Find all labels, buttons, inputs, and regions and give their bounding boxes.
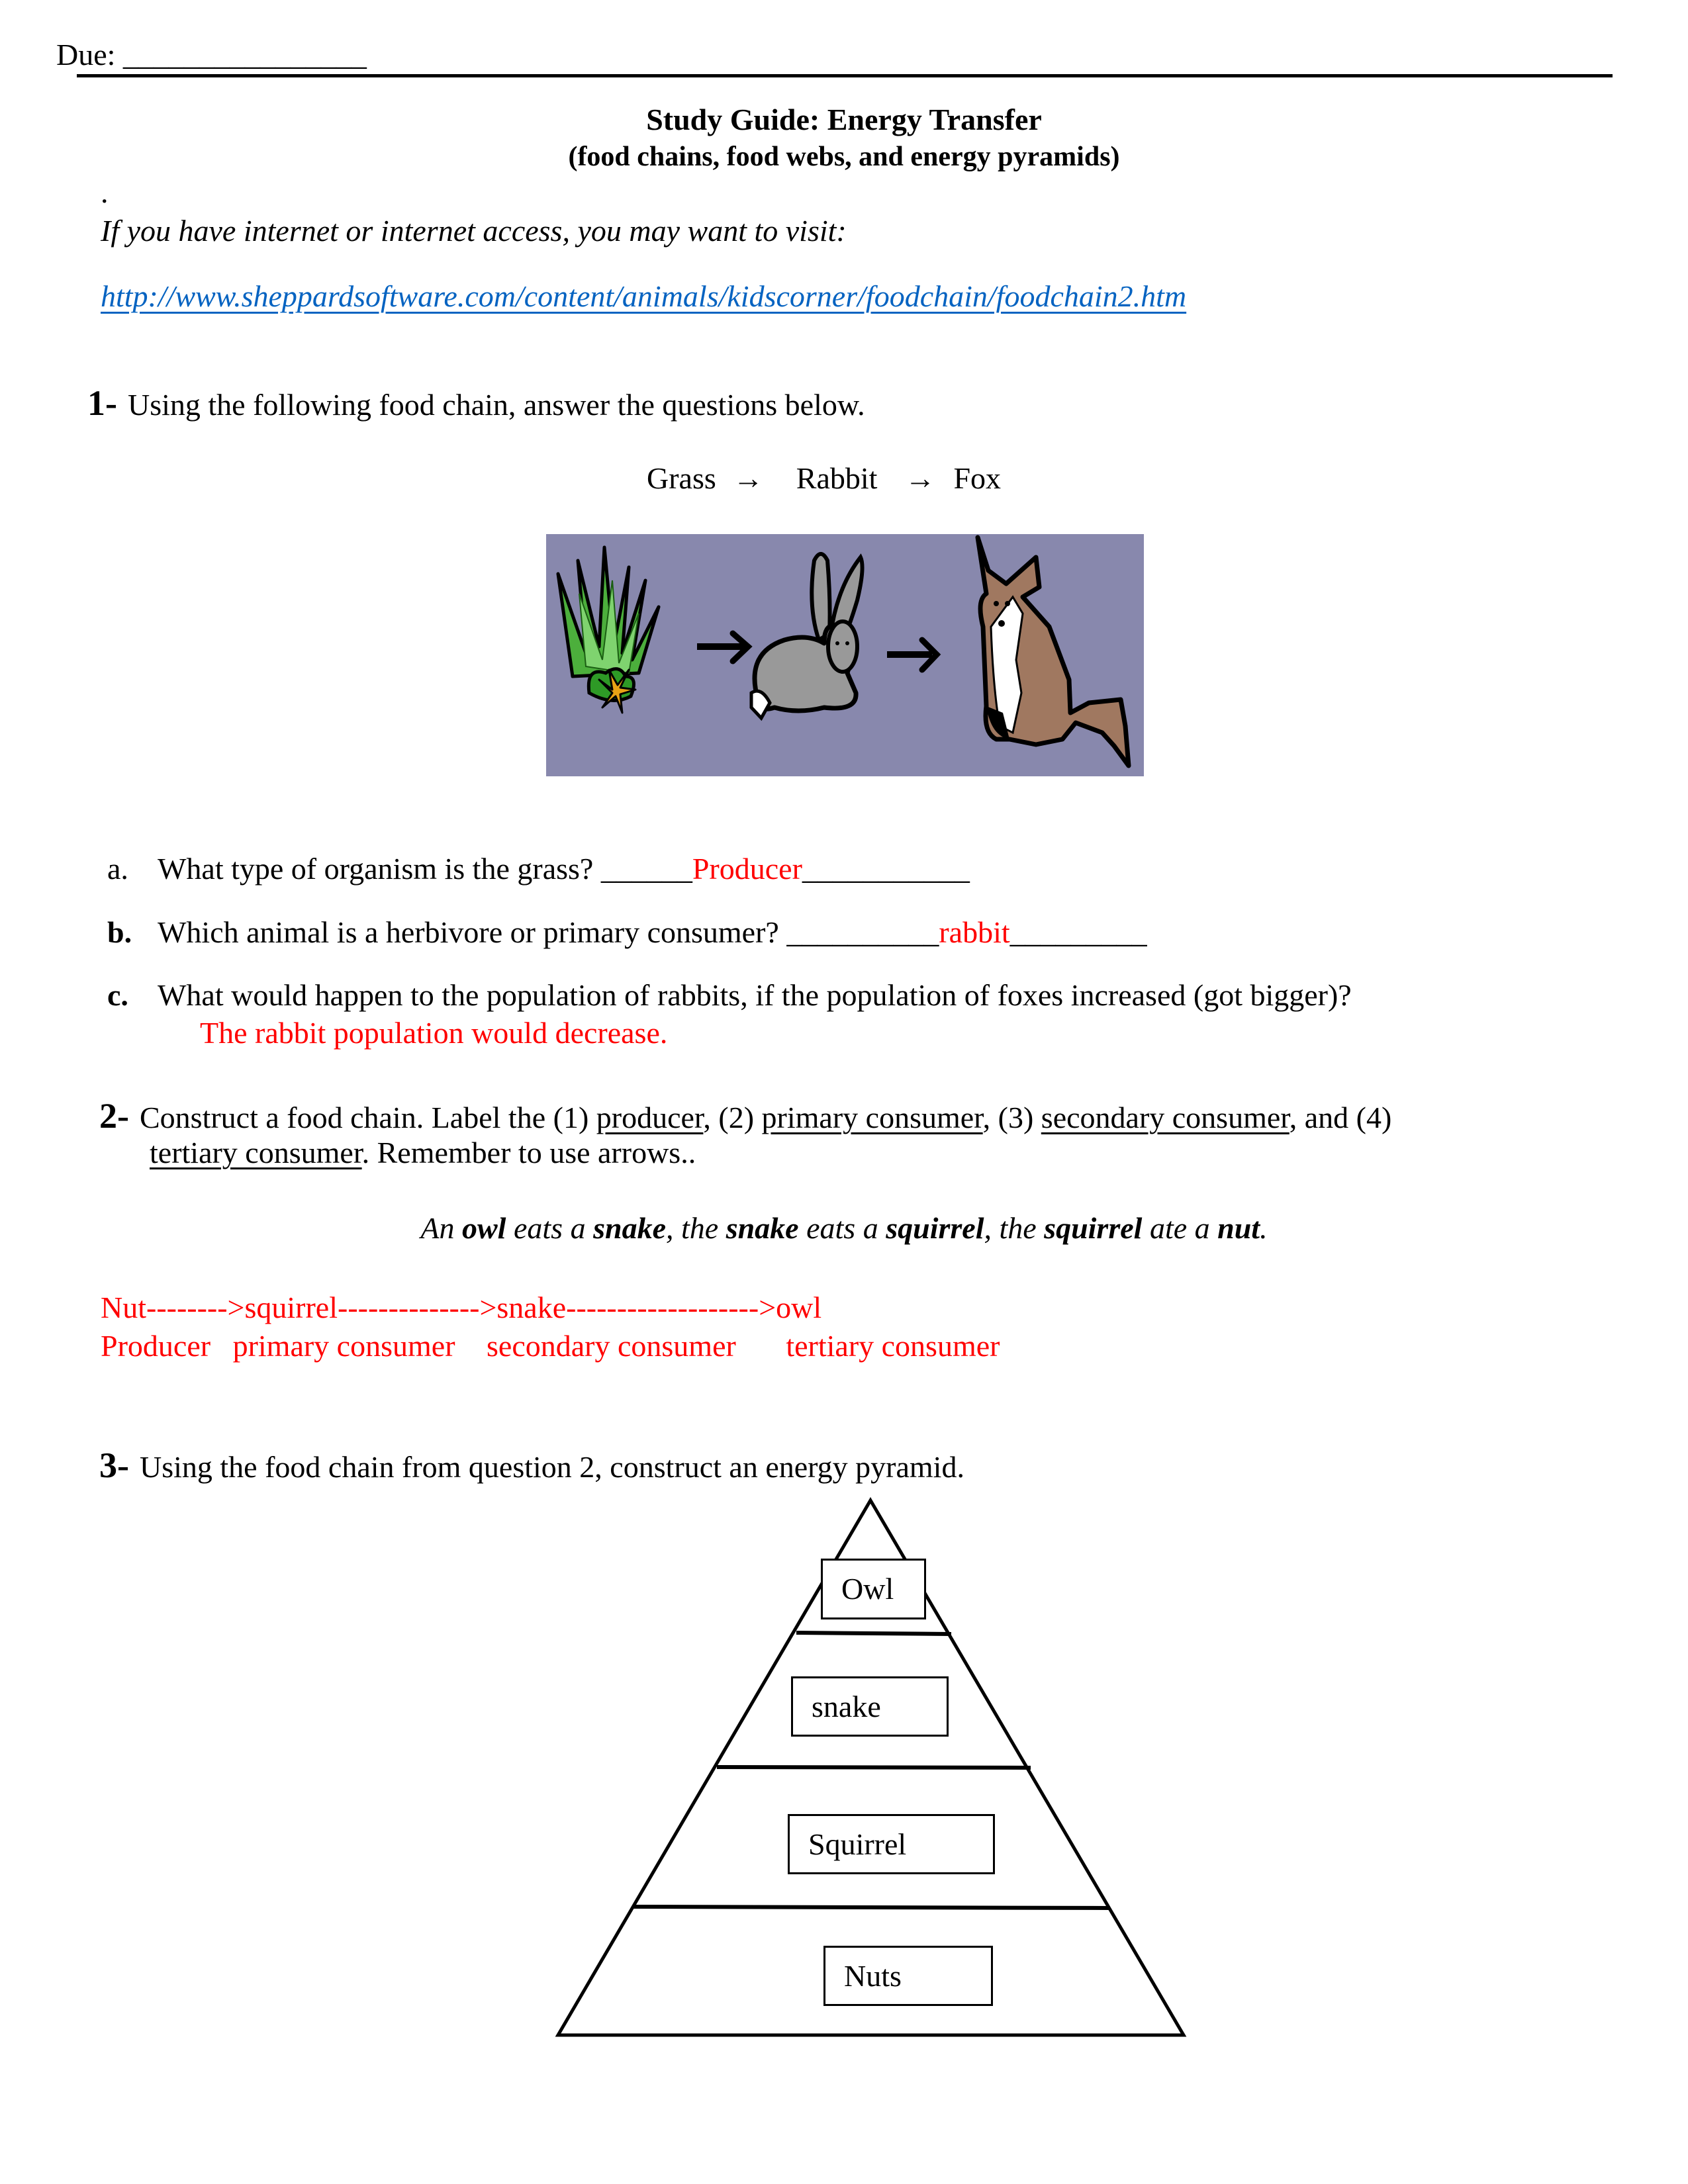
part-c-question: What would happen to the population of r… <box>158 978 1352 1012</box>
sentence-snake: snake <box>726 1211 799 1245</box>
chain-grass: Grass <box>647 461 716 495</box>
pyramid-level-owl[interactable]: Owl <box>821 1559 926 1619</box>
part-b-answer[interactable]: rabbit <box>939 915 1009 949</box>
pyramid-level-label: Squirrel <box>808 1827 907 1861</box>
chain-rabbit: Rabbit <box>796 461 878 495</box>
q1-heading: 1- Using the following food chain, answe… <box>87 383 865 424</box>
pyramid-level-label: snake <box>812 1689 881 1723</box>
q2-answer-chain[interactable]: Nut-------->squirrel-------------->snake… <box>101 1293 821 1323</box>
q1-prompt: Using the following food chain, answer t… <box>127 388 865 422</box>
fox-icon <box>975 535 1131 768</box>
part-c-answer[interactable]: The rabbit population would decrease. <box>200 1018 667 1048</box>
food-chain-image <box>546 534 1144 776</box>
chain-fox: Fox <box>953 461 1002 495</box>
due-label: Due: <box>56 38 116 71</box>
sentence-owl: owl <box>462 1211 506 1245</box>
pyramid-level-label: Owl <box>841 1572 894 1606</box>
q2-prompt-line1: Construct a food chain. Label the (1) pr… <box>140 1101 1391 1134</box>
term-secondary-consumer: secondary consumer <box>1041 1101 1289 1134</box>
food-chain-illustration <box>556 535 1131 768</box>
pyramid-level-snake[interactable]: snake <box>791 1676 949 1737</box>
pyramid-divider <box>796 1631 952 1636</box>
stray-dot: . <box>101 175 109 209</box>
sentence-text: . <box>1260 1211 1268 1245</box>
term-tertiary-consumer: tertiary consumer <box>150 1136 362 1169</box>
sentence-squirrel: squirrel <box>886 1211 984 1245</box>
food-chain-text: Grass → Rabbit → Fox <box>647 463 1001 494</box>
sentence-text: eats a <box>798 1211 886 1245</box>
part-a-blank-before[interactable]: ______ <box>601 852 692 886</box>
q1-part-b: b. Which animal is a herbivore or primary… <box>107 917 1147 948</box>
header-rule <box>77 74 1613 77</box>
term-producer: producer <box>596 1101 704 1134</box>
sentence-text: An <box>420 1211 462 1245</box>
right-arrow-icon <box>887 637 941 673</box>
q2-heading: 2- Construct a food chain. Label the (1)… <box>99 1095 1391 1136</box>
page-subtitle: (food chains, food webs, and energy pyra… <box>568 142 1120 172</box>
pyramid-level-squirrel[interactable]: Squirrel <box>788 1814 995 1874</box>
part-a-letter: a. <box>107 852 128 886</box>
q1-number: 1- <box>87 383 117 423</box>
part-b-letter: b. <box>107 915 132 949</box>
part-b-question: Which animal is a herbivore or primary c… <box>158 915 779 949</box>
label-producer: Producer <box>101 1329 211 1363</box>
q2-text: , (2) <box>703 1101 762 1134</box>
q2-text: , (3) <box>982 1101 1041 1134</box>
sentence-snake: snake <box>593 1211 666 1245</box>
q2-prompt-line2: tertiary consumer. Remember to use arrow… <box>150 1138 696 1168</box>
q2-number: 2- <box>99 1096 129 1136</box>
sentence-squirrel: squirrel <box>1044 1211 1143 1245</box>
visit-text: If you have internet or internet access,… <box>101 214 847 248</box>
part-b-blank-before[interactable]: __________ <box>786 915 939 949</box>
q2-text: . Remember to use arrows.. <box>361 1136 696 1169</box>
label-secondary-consumer: secondary consumer <box>487 1329 736 1363</box>
pyramid-level-label: Nuts <box>844 1958 902 1993</box>
part-b-blank-after[interactable]: _________ <box>1010 915 1147 949</box>
sentence-nut: nut <box>1217 1211 1260 1245</box>
pyramid-divider <box>632 1905 1110 1910</box>
sentence-text: , the <box>665 1211 726 1245</box>
pyramid-level-nuts[interactable]: Nuts <box>823 1946 993 2006</box>
sheppard-link[interactable]: http://www.sheppardsoftware.com/content/… <box>101 279 1186 314</box>
part-c-letter: c. <box>107 978 128 1012</box>
label-primary-consumer: primary consumer <box>232 1329 455 1363</box>
grass-icon <box>556 545 661 714</box>
sentence-text: , the <box>984 1211 1045 1245</box>
part-a-answer[interactable]: Producer <box>692 852 802 886</box>
pyramid-divider <box>716 1765 1031 1770</box>
q1-part-c: c. What would happen to the population of… <box>107 980 1352 1011</box>
sentence-text: eats a <box>506 1211 594 1245</box>
due-line: Due: ________________ <box>56 40 367 70</box>
q2-scenario-sentence: An owl eats a snake, the snake eats a sq… <box>0 1213 1688 1244</box>
q3-number: 3- <box>99 1445 129 1485</box>
part-a-blank-after[interactable]: ___________ <box>802 852 970 886</box>
page-title: Study Guide: Energy Transfer <box>646 103 1042 136</box>
rabbit-icon <box>749 552 865 721</box>
right-arrow-icon <box>697 630 753 664</box>
due-blank[interactable]: ________________ <box>123 38 367 71</box>
label-tertiary-consumer: tertiary consumer <box>786 1329 1000 1363</box>
q3-prompt: Using the food chain from question 2, co… <box>139 1450 964 1484</box>
term-primary-consumer: primary consumer <box>761 1101 983 1134</box>
right-arrow-icon: → <box>733 461 764 495</box>
part-a-question: What type of organism is the grass? <box>158 852 594 886</box>
sentence-text: ate a <box>1142 1211 1218 1245</box>
right-arrow-icon: → <box>904 461 935 495</box>
q2-text: Construct a food chain. Label the (1) <box>139 1101 596 1134</box>
q2-text: , and (4) <box>1289 1101 1392 1134</box>
q3-heading: 3- Using the food chain from question 2,… <box>99 1445 964 1486</box>
q2-answer-labels[interactable]: Producer primary consumer secondary cons… <box>101 1331 1000 1361</box>
q1-part-a: a. What type of organism is the grass? __… <box>107 854 970 884</box>
